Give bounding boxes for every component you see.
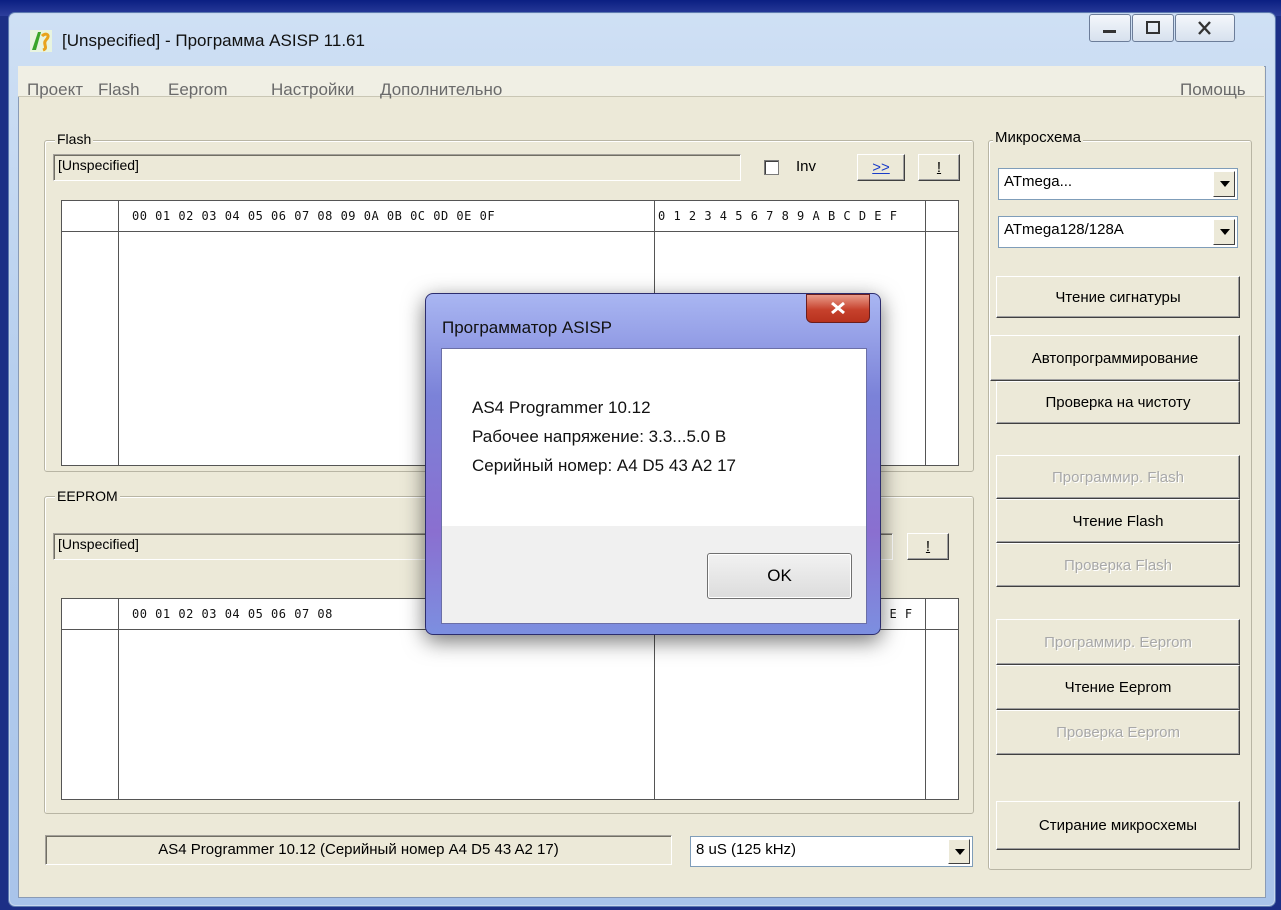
program-eeprom-button[interactable]: Программир. Eeprom [996,619,1240,665]
dialog-line-serial: Серийный номер: A4 D5 43 A2 17 [472,456,736,475]
chip-model-dropdown-arrow[interactable] [1213,219,1235,245]
minimize-icon [1103,30,1116,33]
dialog-close-button[interactable] [806,294,870,323]
verify-eeprom-button[interactable]: Проверка Eeprom [996,710,1240,755]
ok-button[interactable]: OK [707,553,852,599]
flash-ascii-columns: 0 1 2 3 4 5 6 7 8 9 A B C D E F [658,209,898,223]
inv-label: Inv [796,158,817,175]
programmer-info-dialog: Программатор ASISP AS4 Programmer 10.12 … [425,293,881,635]
dialog-footer: OK [441,526,867,624]
menu-flash[interactable]: Flash [98,80,140,100]
dialog-line-voltage: Рабочее напряжение: 3.3...5.0 В [472,427,727,446]
dialog-title: Программатор ASISP [442,318,612,337]
close-icon [1198,21,1211,35]
eeprom-group-label: EEPROM [55,488,120,504]
chip-model-select[interactable]: ATmega128/128A [998,216,1238,248]
app-icon [30,30,52,52]
read-eeprom-button[interactable]: Чтение Eeprom [996,665,1240,710]
eeprom-hex-columns: 00 01 02 03 04 05 06 07 08 [132,607,333,621]
window-title: [Unspecified] - Программа ASISP 11.61 [62,31,365,50]
menu-additional[interactable]: Дополнительно [380,80,502,100]
flash-excl-button[interactable]: ! [918,154,960,181]
program-flash-button[interactable]: Программир. Flash [996,455,1240,499]
speed-select[interactable]: 8 uS (125 kHz) [690,836,973,867]
close-icon [831,301,845,315]
read-flash-button[interactable]: Чтение Flash [996,499,1240,543]
chip-model-value: ATmega128/128A [1004,221,1124,238]
flash-forward-button[interactable]: >> [857,154,905,181]
chip-family-select[interactable]: ATmega... [998,168,1238,200]
flash-hex-columns: 00 01 02 03 04 05 06 07 08 09 0A 0B 0C 0… [132,209,496,223]
inv-checkbox[interactable] [764,160,779,175]
flash-group-label: Flash [55,131,94,147]
speed-dropdown-arrow[interactable] [948,839,970,864]
programmer-status-field: AS4 Programmer 10.12 (Серийный номер A4 … [45,835,672,865]
close-button[interactable] [1175,14,1235,42]
chip-group-label: Микросхема [993,129,1083,146]
blank-check-button[interactable]: Проверка на чистоту [996,381,1240,424]
menu-project[interactable]: Проект [27,80,83,100]
erase-chip-button[interactable]: Стирание микросхемы [996,801,1240,850]
chip-family-value: ATmega... [1004,173,1073,190]
menu-settings[interactable]: Настройки [271,80,354,100]
eeprom-excl-button[interactable]: ! [907,533,949,560]
read-signature-button[interactable]: Чтение сигнатуры [996,276,1240,318]
auto-program-button[interactable]: Автопрограммирование [990,335,1240,381]
dialog-body: AS4 Programmer 10.12 Рабочее напряжение:… [441,348,867,528]
maximize-button[interactable] [1132,14,1174,42]
flash-file-field: [Unspecified] [53,154,741,181]
verify-flash-button[interactable]: Проверка Flash [996,543,1240,587]
minimize-button[interactable] [1089,14,1131,42]
menu-help[interactable]: Помощь [1180,80,1246,100]
speed-select-value: 8 uS (125 kHz) [696,841,797,858]
maximize-icon [1146,21,1160,34]
chevron-down-icon [955,849,965,855]
chevron-down-icon [1220,229,1230,235]
chip-family-dropdown-arrow[interactable] [1213,171,1235,197]
menu-eeprom[interactable]: Eeprom [168,80,228,100]
chevron-down-icon [1220,181,1230,187]
dialog-line-model: AS4 Programmer 10.12 [472,398,651,417]
